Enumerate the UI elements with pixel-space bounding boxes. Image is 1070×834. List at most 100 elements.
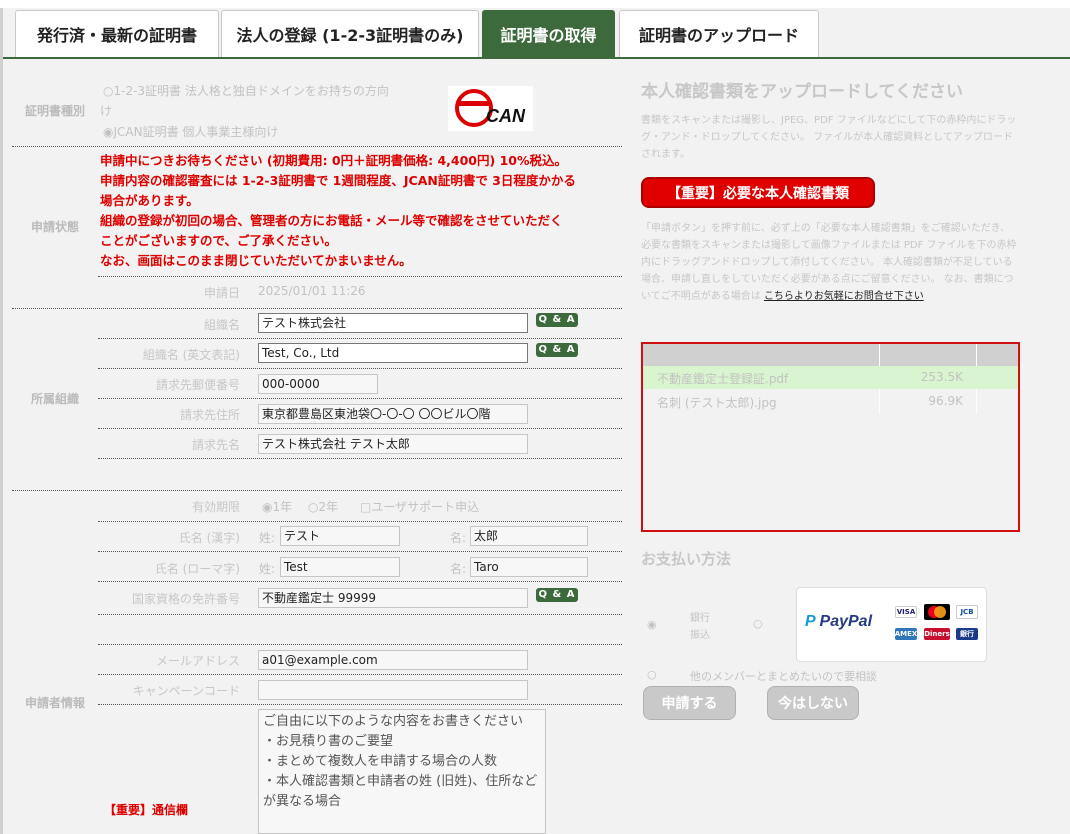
validity-2y-label: 2年: [318, 500, 339, 514]
visa-icon: VISA: [895, 606, 917, 618]
user-support-checkbox[interactable]: □ユーザサポート申込: [360, 498, 479, 515]
file-size: 96.9K: [928, 394, 963, 408]
other-label: 他のメンバーとまとめたいので要相談: [690, 670, 877, 683]
license-label: 国家資格の免許番号: [131, 592, 240, 606]
divider: [98, 368, 622, 369]
paypal-box[interactable]: P PayPal VISA JCB AMEX Diners 銀行: [796, 587, 987, 662]
zip-input[interactable]: 000-0000: [258, 374, 378, 394]
cert-option-jcan-label: JCAN証明書 個人事業主様向け: [113, 125, 279, 139]
amex-icon: AMEX: [894, 628, 918, 640]
cert-option-jcan[interactable]: ◉JCAN証明書 個人事業主様向け: [103, 123, 278, 140]
validity-1y-radio[interactable]: ◉1年: [262, 498, 292, 515]
first-name-roman-input[interactable]: Taro: [470, 557, 588, 577]
later-button[interactable]: 今はしない: [767, 686, 859, 720]
section-label-applicant: 申請者情報: [24, 696, 85, 710]
zip-label: 請求先郵便番号: [155, 378, 240, 392]
file-name: 名刺 (テスト太郎).jpg: [657, 396, 777, 410]
license-input[interactable]: 不動産鑑定士 99999: [258, 588, 528, 608]
divider: [12, 308, 622, 309]
divider: [98, 644, 622, 645]
paypal-logo: P PayPal: [805, 613, 873, 630]
bank-card-icon: 銀行: [956, 628, 978, 640]
bank-radio[interactable]: ◉: [647, 618, 657, 631]
required-docs-button[interactable]: 【重要】必要な本人確認書類: [641, 177, 875, 208]
svg-text:CAN: CAN: [486, 106, 526, 126]
validity-label: 有効期限: [191, 500, 240, 514]
first-name-prefix: 名:: [450, 562, 467, 576]
jcb-icon: JCB: [956, 605, 978, 619]
divider: [98, 276, 622, 277]
upload-description: 書類をスキャンまたは撮影し、JPEG、PDF ファイルなどにして下の赤枠内にドラ…: [641, 115, 1017, 160]
tab-upload-cert[interactable]: 証明書のアップロード: [619, 10, 819, 57]
divider: [98, 551, 622, 552]
tab-corp-register[interactable]: 法人の登録 (1-2-3証明書のみ): [221, 10, 479, 57]
file-drop-zone[interactable]: 不動産鑑定士登録証.pdf 253.5K 名刺 (テスト太郎).jpg 96.9…: [641, 342, 1020, 532]
divider: [98, 581, 622, 582]
first-name-kanji-input[interactable]: 太郎: [470, 526, 588, 546]
jcan-logo: CAN: [448, 86, 533, 131]
bill-name-label: 請求先名: [191, 438, 240, 452]
qa-button-license[interactable]: Q & A: [536, 588, 578, 602]
divider: [98, 521, 622, 522]
status-message-2: 申請内容の確認審査には 1-2-3証明書で 1週間程度、JCAN証明書で 3日程…: [100, 173, 576, 188]
address-input[interactable]: 東京都豊島区東池袋〇-〇-〇 〇〇ビル〇階: [258, 404, 528, 424]
divider: [98, 428, 622, 429]
tab-get-cert[interactable]: 証明書の取得: [482, 10, 615, 57]
email-input[interactable]: a01@example.com: [258, 650, 528, 670]
org-name-en-input[interactable]: Test, Co., Ltd: [258, 343, 528, 363]
diners-icon: Diners: [924, 628, 950, 640]
divider: [12, 146, 622, 147]
last-name-roman-input[interactable]: Test: [280, 557, 400, 577]
first-name-prefix: 名:: [450, 531, 467, 545]
upload-note: 「申請ボタン」を押す前に、必ず上の「必要な本人確認書類」をご確認いただき、 必要…: [641, 220, 1019, 305]
name-kanji-label: 氏名 (漢字): [178, 531, 240, 545]
paypal-text: PayPal: [819, 613, 873, 630]
file-size: 253.5K: [920, 370, 963, 384]
org-name-input[interactable]: テスト株式会社: [258, 313, 528, 333]
user-support-label: ユーザサポート申込: [371, 500, 480, 514]
file-list-header: [643, 344, 1018, 366]
file-name: 不動産鑑定士登録証.pdf: [657, 372, 789, 386]
qa-button-org-name-en[interactable]: Q & A: [536, 343, 578, 357]
cert-option-123-wrap: け: [100, 104, 113, 118]
left-edge: [0, 8, 3, 834]
section-label-status: 申請状態: [30, 220, 79, 234]
bank-label-1: 銀行: [690, 613, 710, 624]
qa-button-org-name[interactable]: Q & A: [536, 313, 578, 327]
comm-textarea[interactable]: ご自由に以下のような内容をお書きください ・お見積り書のご要望 ・まとめて複数人…: [258, 709, 546, 834]
validity-2y-radio[interactable]: ○2年: [308, 498, 338, 515]
org-name-en-label: 組織名 (英文表記): [142, 348, 240, 362]
campaign-input[interactable]: [258, 680, 528, 700]
last-name-prefix: 姓:: [259, 562, 276, 576]
paypal-radio[interactable]: ○: [753, 617, 763, 630]
validity-1y-label: 1年: [272, 500, 293, 514]
status-message-4: 組織の登録が初回の場合、管理者の方にお電話・メール等で確認をさせていただく: [100, 213, 563, 228]
mastercard-icon: [924, 604, 950, 620]
bill-name-input[interactable]: テスト株式会社 テスト太郎: [258, 434, 528, 454]
divider: [98, 398, 622, 399]
other-radio[interactable]: ○: [647, 668, 657, 681]
section-label-cert-type: 証明書種別: [24, 104, 85, 118]
address-label: 請求先住所: [179, 408, 240, 422]
contact-link[interactable]: こちらよりお気軽にお問合せ下さい: [764, 291, 924, 302]
date-value: 2025/01/01 11:26: [258, 284, 366, 298]
apply-button[interactable]: 申請する: [643, 686, 736, 720]
status-message-3: 場合があります。: [100, 193, 199, 208]
divider: [98, 338, 622, 339]
section-label-org: 所属組織: [30, 392, 79, 406]
tab-underline: [3, 57, 1070, 59]
divider: [98, 458, 622, 459]
bank-label-2: 振込: [690, 630, 710, 641]
last-name-kanji-input[interactable]: テスト: [280, 526, 400, 546]
cert-option-123[interactable]: ○1-2-3証明書 法人格と独自ドメインをお持ちの方向: [103, 82, 389, 99]
cert-option-123-label: 1-2-3証明書 法人格と独自ドメインをお持ちの方向: [113, 84, 389, 98]
status-message-1: 申請中につきお待ちください (初期費用: 0円＋証明書価格: 4,400円) 1…: [100, 153, 567, 168]
divider: [98, 614, 622, 615]
comm-label: 【重要】通信欄: [104, 803, 189, 817]
tab-issued-certs[interactable]: 発行済・最新の証明書: [15, 10, 219, 57]
divider: [98, 704, 622, 705]
last-name-prefix: 姓:: [259, 531, 276, 545]
divider: [12, 490, 622, 491]
email-label: メールアドレス: [155, 654, 240, 668]
campaign-label: キャンペーンコード: [132, 684, 240, 698]
